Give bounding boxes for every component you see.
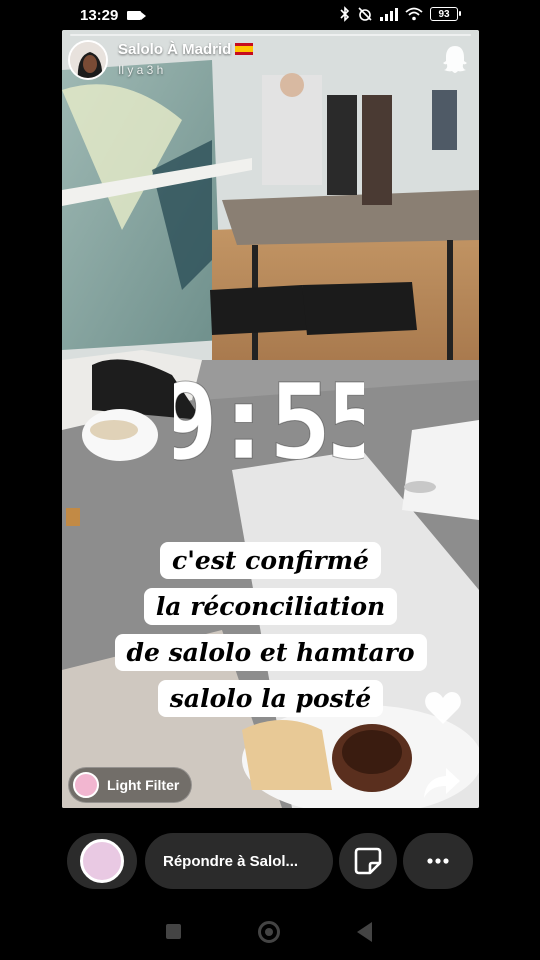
more-button[interactable] [403, 833, 473, 889]
avatar[interactable] [68, 40, 108, 80]
caption-line-1: c'est confirmé [62, 542, 479, 579]
sticker-button[interactable] [339, 833, 397, 889]
ghost-icon[interactable] [441, 44, 469, 74]
share-arrow-icon[interactable] [422, 766, 462, 800]
status-time: 13:29 [80, 7, 119, 24]
status-bar: 13:29 93 [0, 0, 540, 30]
time-sticker-text: 9:55 [174, 370, 364, 470]
home-icon[interactable] [258, 921, 280, 943]
video-camera-icon [127, 11, 146, 20]
time-sticker[interactable]: 9:55 [174, 370, 364, 470]
more-icon [427, 858, 449, 864]
camera-button[interactable] [67, 833, 137, 889]
caption-line-2: la réconciliation [62, 588, 479, 625]
reply-input[interactable]: Répondre à Salol... [145, 833, 333, 889]
alarm-off-icon [358, 7, 372, 21]
story-username[interactable]: Salolo À Madrid [118, 41, 254, 58]
spain-flag-icon [235, 43, 254, 55]
wifi-icon [405, 7, 423, 21]
reply-placeholder: Répondre à Salol... [163, 852, 299, 870]
recents-icon[interactable] [166, 924, 181, 939]
lens-icon [73, 772, 99, 798]
signal-icon [380, 8, 398, 21]
sticker-icon [354, 847, 382, 875]
username-text: Salolo À Madrid [118, 41, 232, 58]
story-time-ago: Il y a 3 h [118, 63, 164, 77]
caption-line-4: salolo la posté [62, 680, 479, 717]
back-icon[interactable] [357, 922, 372, 942]
caption-line-3: de salolo et hamtaro [62, 634, 479, 671]
status-icons: 93 [340, 6, 461, 22]
lens-chip[interactable]: Light Filter [68, 767, 193, 803]
story-progress-bar [70, 34, 471, 36]
story-viewer[interactable]: Salolo À Madrid Il y a 3 h 9:55 c'est co… [62, 30, 479, 808]
battery-icon: 93 [430, 7, 461, 21]
lens-label: Light Filter [107, 777, 180, 793]
heart-icon[interactable] [423, 690, 463, 726]
camera-icon [80, 839, 124, 883]
bluetooth-icon [340, 6, 350, 22]
